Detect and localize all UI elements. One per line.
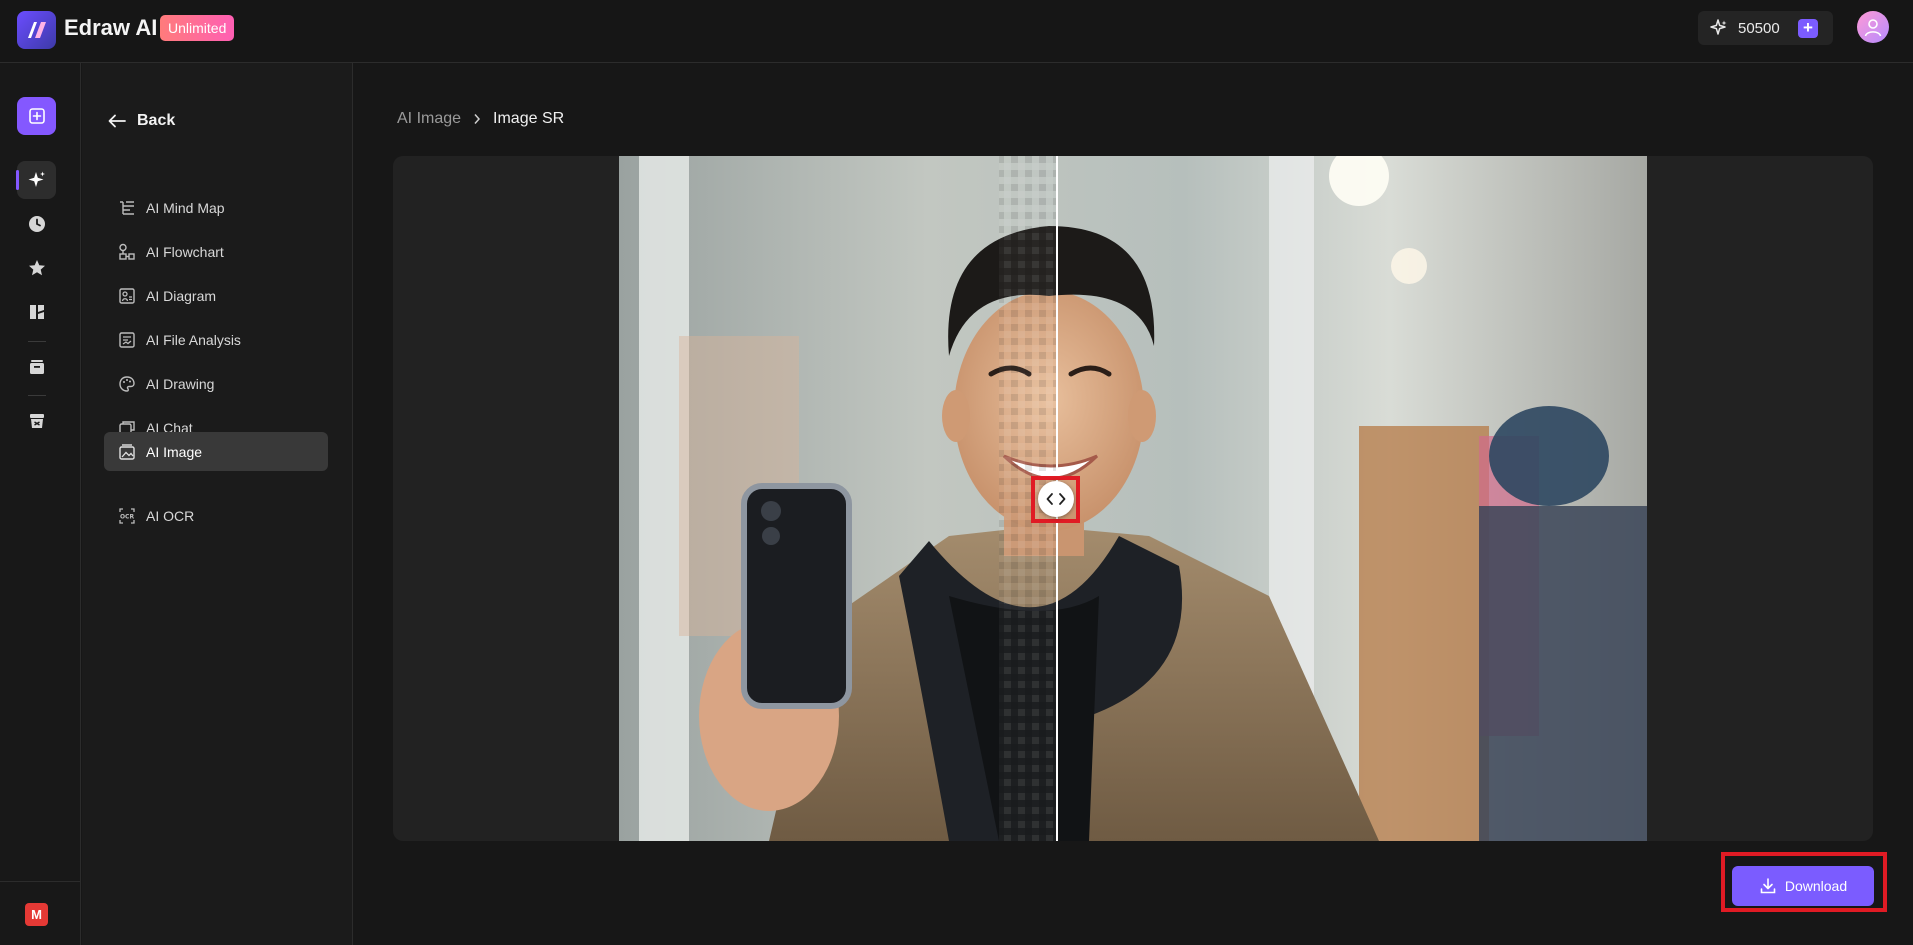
new-file-icon xyxy=(28,108,45,124)
star-icon xyxy=(28,260,45,276)
menu-item-ai-flowchart[interactable]: AI Flowchart xyxy=(104,232,328,271)
trash-icon xyxy=(29,414,44,428)
menu-item-ai-drawing[interactable]: AI Drawing xyxy=(104,364,328,403)
chevron-right-icon xyxy=(474,114,481,124)
user-avatar[interactable] xyxy=(1857,11,1889,43)
sparkle-icon xyxy=(1710,19,1728,42)
edraw-logo-icon[interactable] xyxy=(17,11,56,49)
credits-count: 50500 xyxy=(1738,20,1780,37)
rail-recent-button[interactable] xyxy=(17,205,56,243)
download-icon xyxy=(1760,878,1776,894)
top-header: Edraw AI Unlimited 50500 + xyxy=(0,0,1913,63)
add-credits-button[interactable]: + xyxy=(1798,19,1818,38)
menu-item-ai-diagram[interactable]: AI Diagram xyxy=(104,276,328,315)
ai-sparkle-icon xyxy=(28,171,45,187)
breadcrumb: AI Image Image SR xyxy=(397,108,564,130)
menu-item-label: AI File Analysis xyxy=(146,331,241,348)
menu-item-label: AI Image xyxy=(146,443,203,460)
menu-item-label: AI Diagram xyxy=(146,287,217,304)
folder-icon xyxy=(29,360,44,374)
back-label: Back xyxy=(137,112,176,129)
ocr-icon: OCR xyxy=(118,507,136,525)
rail-separator xyxy=(28,395,46,396)
mindmap-icon xyxy=(118,199,136,217)
compare-slider-handle[interactable] xyxy=(1038,481,1074,517)
app-title: Edraw AI xyxy=(64,15,158,40)
menu-item-ai-image[interactable]: AI Image xyxy=(104,432,328,471)
menu-item-label: AI Flowchart xyxy=(146,243,224,260)
comparison-image xyxy=(619,156,1647,841)
workspace-badge[interactable]: M xyxy=(25,903,48,926)
rail-trash-button[interactable] xyxy=(17,402,56,440)
menu-item-ai-mind-map[interactable]: AI Mind Map xyxy=(104,188,328,227)
rail-separator xyxy=(28,341,46,342)
rail-ai-button[interactable] xyxy=(16,161,56,199)
breadcrumb-current: Image SR xyxy=(493,110,565,127)
file-analysis-icon xyxy=(118,331,136,349)
templates-icon xyxy=(29,305,44,319)
clock-icon xyxy=(28,216,45,232)
rail-favorites-button[interactable] xyxy=(17,249,56,287)
menu-item-label: AI Mind Map xyxy=(146,199,225,216)
chevrons-left-right-icon xyxy=(1046,493,1066,505)
menu-item-ai-ocr[interactable]: OCR AI OCR xyxy=(104,496,328,535)
menu-item-label: AI OCR xyxy=(146,507,195,524)
rail-files-button[interactable] xyxy=(17,348,56,386)
download-label: Download xyxy=(1784,878,1848,894)
diagram-icon xyxy=(118,287,136,305)
image-compare-canvas xyxy=(393,156,1873,841)
download-button[interactable]: Download xyxy=(1732,866,1874,906)
new-file-button[interactable] xyxy=(17,97,56,135)
image-icon xyxy=(118,443,136,461)
avatar-icon xyxy=(1864,19,1882,37)
svg-text:OCR: OCR xyxy=(120,513,135,520)
palette-icon xyxy=(118,375,136,393)
breadcrumb-parent-link[interactable]: AI Image xyxy=(397,110,461,128)
plan-badge: Unlimited xyxy=(160,15,235,41)
icon-rail: M xyxy=(0,63,81,945)
menu-item-ai-file-analysis[interactable]: AI File Analysis xyxy=(104,320,328,359)
flowchart-icon xyxy=(118,243,136,261)
side-menu: Back AI Mind Map AI Flowchart AI Diagram… xyxy=(82,63,353,945)
menu-item-label: AI Drawing xyxy=(146,375,215,392)
credits-display[interactable]: 50500 + xyxy=(1698,11,1833,45)
back-button[interactable]: Back xyxy=(107,109,175,133)
rail-templates-button[interactable] xyxy=(17,293,56,331)
arrow-left-icon xyxy=(108,114,126,128)
rail-divider xyxy=(0,881,81,882)
